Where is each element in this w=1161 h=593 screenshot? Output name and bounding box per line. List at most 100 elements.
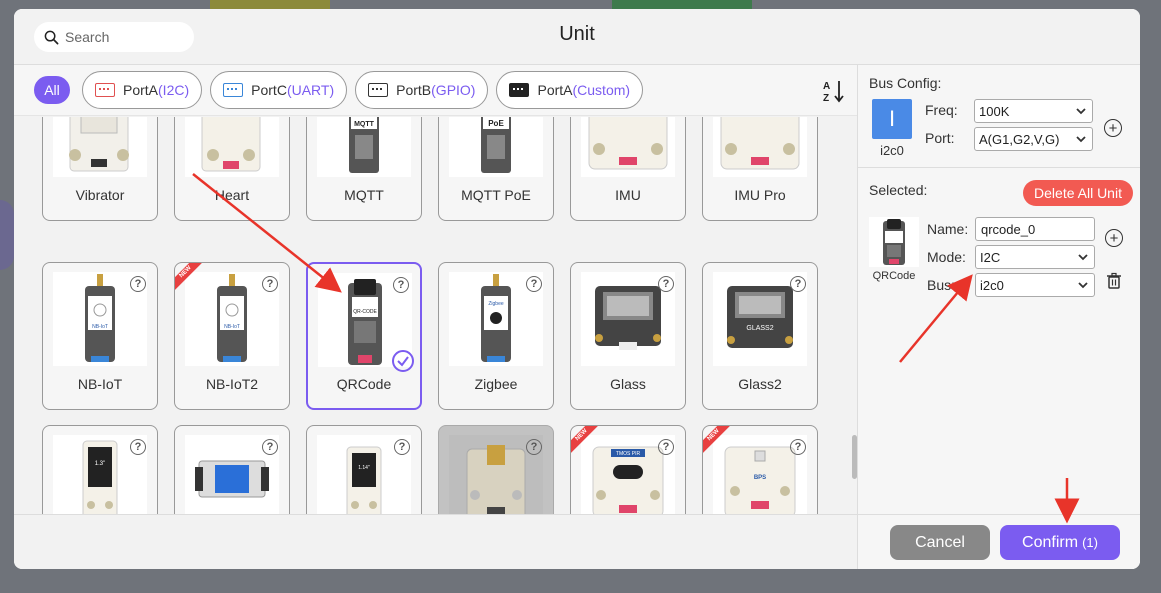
filter-chip-label: PortB	[396, 82, 432, 98]
add-bus-button[interactable]: +	[1104, 119, 1122, 137]
port-select[interactable]: A(G1,G2,V,G)	[974, 127, 1093, 151]
chevron-down-icon	[1076, 136, 1086, 143]
freq-select[interactable]: 100K	[974, 99, 1093, 123]
unit-card-qrcode[interactable]: QR-CODE ? QRCode	[306, 262, 422, 410]
unit-thumbnail	[53, 117, 147, 177]
filter-chip-label: PortA	[123, 82, 159, 98]
unit-card-imu-pro[interactable]: IMU PRO IMU Pro	[702, 117, 818, 221]
selected-unit-thumbnail	[869, 217, 919, 267]
filter-chip-accent: (GPIO)	[431, 82, 476, 98]
filter-chip-accent: (I2C)	[158, 82, 190, 98]
bus-config-title: Bus Config:	[869, 75, 942, 91]
sort-az-icon[interactable]: AZ	[823, 79, 845, 106]
unit-card-label: IMU	[615, 187, 641, 203]
unit-card-glass2[interactable]: GLASS2 ? Glass2	[702, 262, 818, 410]
help-icon[interactable]: ?	[526, 439, 542, 455]
unit-card-lcd-114[interactable]: 1.14" ?	[306, 425, 422, 515]
dialog-footer: Cancel Confirm (1)	[14, 514, 1140, 569]
port-a-icon	[95, 83, 115, 97]
unit-thumbnail: IMUMPU6886	[581, 117, 675, 177]
unit-card-glass[interactable]: ? Glass	[570, 262, 686, 410]
help-icon[interactable]: ?	[790, 276, 806, 292]
unit-thumbnail: IMU PRO	[713, 117, 807, 177]
selected-title: Selected:	[869, 182, 928, 198]
svg-text:PoE: PoE	[488, 119, 504, 128]
backdrop-block	[0, 200, 14, 270]
filter-portc-uart-button[interactable]: PortC (UART)	[210, 71, 348, 109]
svg-text:Zigbee: Zigbee	[488, 301, 504, 307]
unit-card-mqtt-poe[interactable]: PoE MQTT PoE	[438, 117, 554, 221]
selected-unit-caption: QRCode	[872, 270, 916, 282]
svg-text:1.14": 1.14"	[358, 465, 370, 471]
chevron-down-icon	[1076, 108, 1086, 115]
unit-grid: Vibrator Heart MQTT MQTT PoE MQTT PoE IM…	[14, 117, 857, 515]
chevron-down-icon	[1078, 254, 1088, 261]
unit-browser: All PortA (I2C) PortC (UART) PortB (GPIO)	[14, 64, 857, 515]
filter-all-button[interactable]: All	[34, 76, 70, 104]
unit-card-tmos-pir[interactable]: TMOS PIR NEW ?	[570, 425, 686, 515]
help-icon[interactable]: ?	[130, 439, 146, 455]
config-panel: Bus Config: I i2c0 Freq: 100K Port: A(G1…	[857, 64, 1140, 514]
unit-card-label: NB-IoT2	[205, 376, 259, 392]
unit-card-nb-iot2[interactable]: NB-IoT NEW ? NB-IoT2	[174, 262, 290, 410]
bus-select[interactable]: i2c0	[975, 273, 1095, 297]
unit-card-mqtt[interactable]: MQTT MQTT	[306, 117, 422, 221]
unit-card-heart[interactable]: Heart	[174, 117, 290, 221]
svg-text:GLASS2: GLASS2	[746, 325, 773, 332]
i2c-bus-caption: i2c0	[880, 143, 904, 158]
new-badge: NEW	[571, 426, 601, 456]
unit-card-zigbee[interactable]: Zigbee ? Zigbee	[438, 262, 554, 410]
help-icon[interactable]: ?	[658, 276, 674, 292]
unit-card-label: Zigbee	[474, 376, 518, 392]
mode-select[interactable]: I2C	[975, 245, 1095, 269]
add-unit-instance-button[interactable]: +	[1105, 229, 1123, 247]
help-icon[interactable]: ?	[658, 439, 674, 455]
svg-text:TMOS PIR: TMOS PIR	[616, 451, 641, 457]
port-label: Port:	[925, 130, 955, 146]
unit-card-label: MQTT PoE	[461, 187, 531, 203]
help-icon[interactable]: ?	[262, 439, 278, 455]
unit-card-label: MQTT	[344, 187, 384, 203]
name-label: Name:	[927, 221, 969, 237]
port-filter-bar: All PortA (I2C) PortC (UART) PortB (GPIO)	[14, 65, 857, 116]
unit-thumbnail: MQTT	[317, 117, 411, 177]
help-icon[interactable]: ?	[394, 439, 410, 455]
unit-thumbnail	[185, 117, 279, 177]
unit-card-lcd-13[interactable]: 1.3" ?	[42, 425, 158, 515]
filter-chip-label: PortA	[537, 82, 573, 98]
dialog-header: Unit	[14, 9, 1140, 64]
unit-card-vibrator[interactable]: Vibrator	[42, 117, 158, 221]
unit-name-input[interactable]: qrcode_0	[975, 217, 1095, 241]
svg-text:Z: Z	[823, 93, 829, 103]
filter-portb-gpio-button[interactable]: PortB (GPIO)	[355, 71, 489, 109]
help-icon[interactable]: ?	[262, 276, 278, 292]
filter-porta-i2c-button[interactable]: PortA (I2C)	[82, 71, 203, 109]
trash-icon[interactable]	[1105, 272, 1123, 290]
confirm-label: Confirm	[1022, 533, 1079, 551]
selected-check-icon	[392, 350, 414, 372]
help-icon[interactable]: ?	[790, 439, 806, 455]
filter-chip-label: PortC	[251, 82, 287, 98]
svg-text:A: A	[823, 81, 830, 92]
help-icon[interactable]: ?	[393, 277, 409, 293]
unit-card-label: Glass2	[738, 376, 782, 392]
svg-text:NB-IoT: NB-IoT	[224, 324, 240, 330]
unit-card-nb-iot[interactable]: NB-IoT ? NB-IoT	[42, 262, 158, 410]
confirm-button[interactable]: Confirm (1)	[1000, 525, 1120, 560]
unit-card-display[interactable]: ?	[174, 425, 290, 515]
svg-text:BPS: BPS	[754, 475, 766, 481]
i2c-bus-badge[interactable]: I	[872, 99, 912, 139]
help-icon[interactable]: ?	[526, 276, 542, 292]
freq-label: Freq:	[925, 102, 958, 118]
delete-all-unit-button[interactable]: Delete All Unit	[1023, 180, 1133, 206]
unit-card-disabled[interactable]: ?	[438, 425, 554, 515]
help-icon[interactable]: ?	[130, 276, 146, 292]
unit-card-label: IMU Pro	[734, 187, 786, 203]
unit-card-imu[interactable]: IMUMPU6886 IMU	[570, 117, 686, 221]
svg-text:MQTT: MQTT	[354, 121, 375, 128]
unit-card-bps[interactable]: BPS NEW ?	[702, 425, 818, 515]
filter-porta-custom-button[interactable]: PortA (Custom)	[496, 71, 644, 109]
cancel-button[interactable]: Cancel	[890, 525, 990, 560]
port-b-icon	[368, 83, 389, 97]
unit-card-label: NB-IoT	[77, 376, 123, 392]
